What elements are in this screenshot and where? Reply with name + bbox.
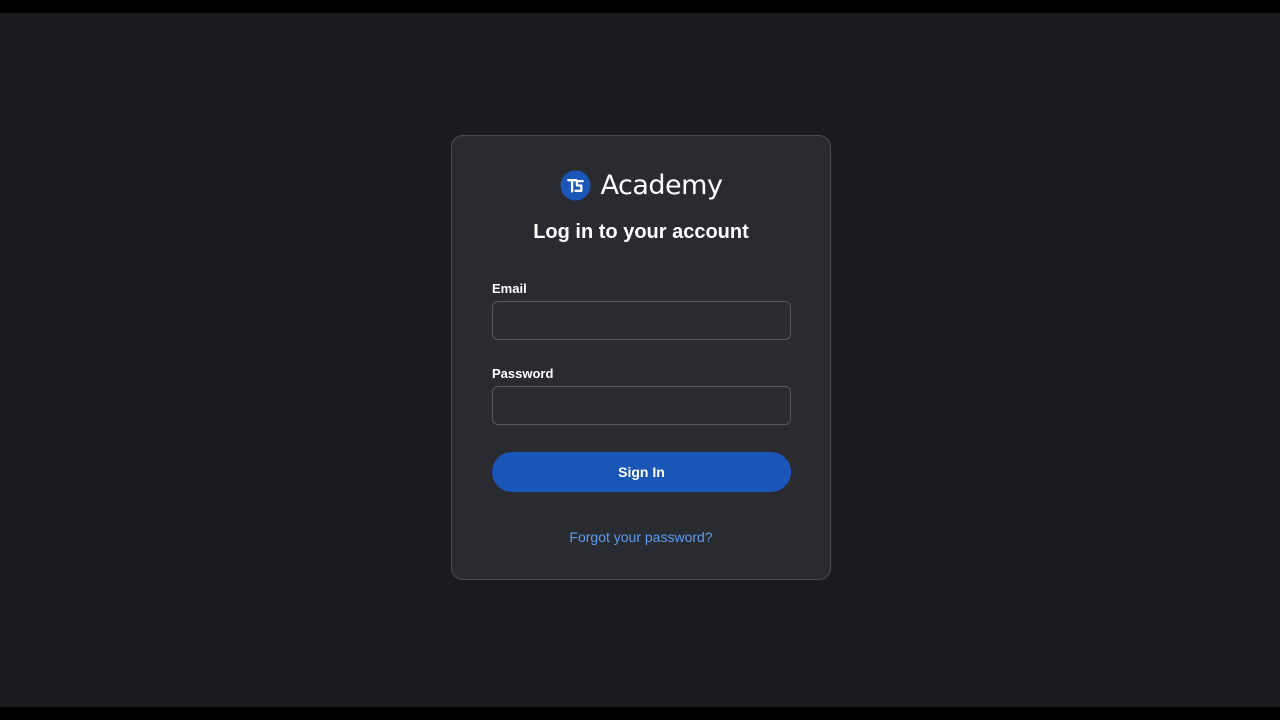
email-label: Email — [492, 281, 527, 296]
email-field[interactable] — [492, 301, 791, 340]
academy-logo-icon — [560, 169, 591, 201]
page-background: Academy Log in to your account Email Pas… — [0, 13, 1280, 707]
password-label: Password — [492, 366, 554, 381]
brand-name: Academy — [600, 169, 723, 201]
sign-in-button[interactable]: Sign In — [492, 452, 791, 492]
password-field[interactable] — [492, 386, 791, 425]
login-title: Log in to your account — [533, 221, 749, 243]
login-card: Academy Log in to your account Email Pas… — [451, 135, 831, 580]
forgot-password-link[interactable]: Forgot your password? — [452, 529, 830, 545]
brand-header: Academy — [452, 167, 830, 203]
